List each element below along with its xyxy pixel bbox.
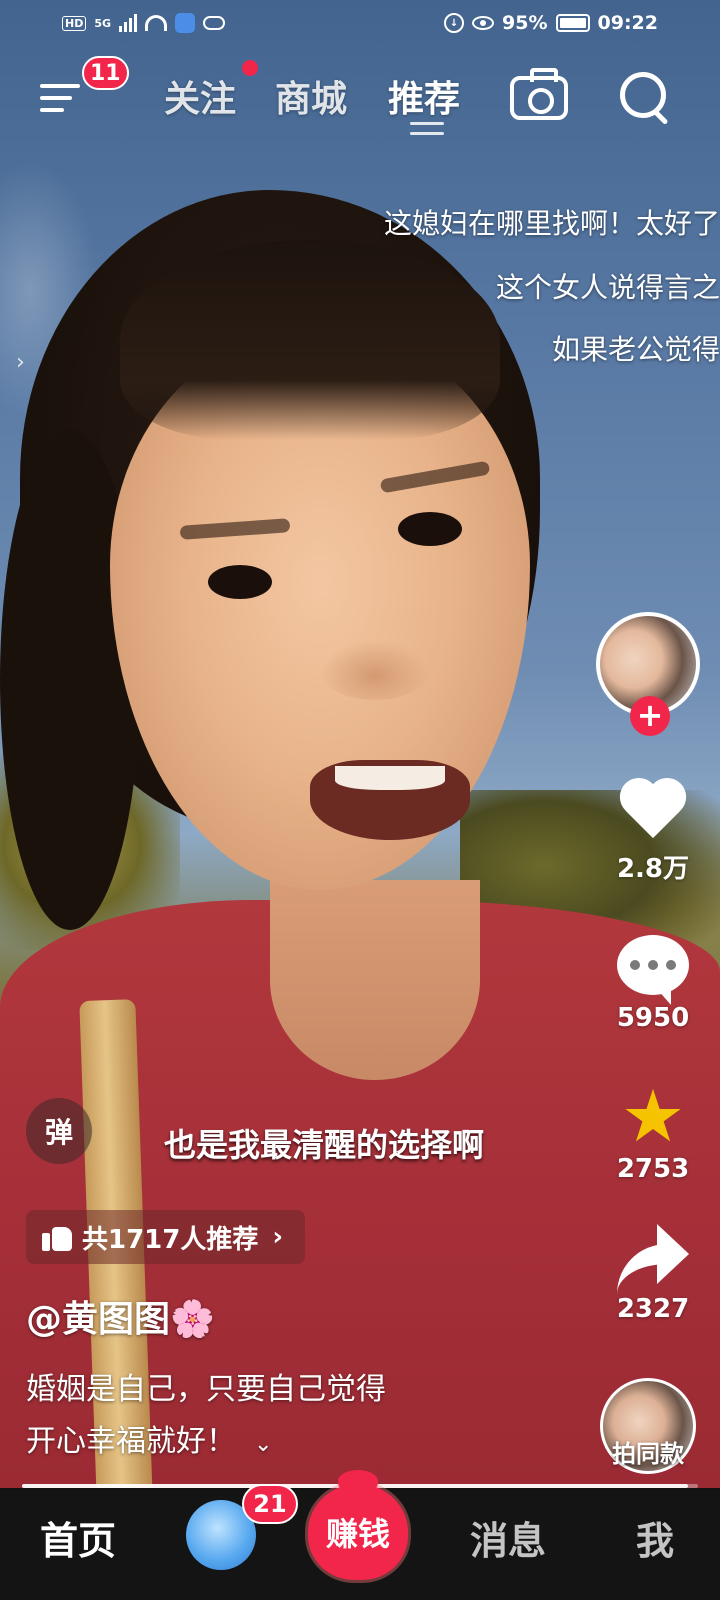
eye-comfort-icon bbox=[472, 16, 495, 30]
danmaku-comment: 这个女人说得言之 bbox=[495, 271, 720, 304]
plus-icon[interactable]: + bbox=[630, 696, 670, 736]
comment-button[interactable]: 5950 bbox=[598, 935, 708, 1033]
nav-me[interactable]: 我 bbox=[636, 1510, 674, 1565]
description-line-2: 开心幸福就好！ ⌄ bbox=[26, 1416, 546, 1471]
top-nav: 11 关注 商城 推荐 bbox=[0, 56, 720, 135]
person-teeth bbox=[335, 766, 445, 790]
like-count: 2.8万 bbox=[616, 854, 690, 884]
person-eye-right bbox=[398, 512, 462, 546]
friends-badge: 21 bbox=[242, 1484, 298, 1524]
clock: 09:22 bbox=[597, 12, 658, 34]
swap-icon[interactable] bbox=[410, 120, 444, 138]
person-neck bbox=[270, 880, 480, 1080]
data-saver-icon: ↓ bbox=[444, 13, 465, 33]
follow-new-dot bbox=[242, 60, 258, 76]
thumbs-up-icon bbox=[42, 1223, 72, 1251]
bottom-nav: 首页 21 赚钱 消息 我 bbox=[0, 1470, 720, 1600]
nav-messages[interactable]: 消息 bbox=[470, 1510, 546, 1565]
danmaku-comment: 如果老公觉得 bbox=[551, 333, 720, 366]
heart-icon bbox=[617, 780, 689, 844]
chevron-down-icon[interactable]: ⌄ bbox=[254, 1432, 272, 1457]
person-bangs bbox=[120, 240, 500, 440]
hd-indicator: HD bbox=[62, 15, 87, 31]
status-right: ↓ 95% 09:22 bbox=[444, 12, 658, 34]
battery-percent: 95% bbox=[502, 12, 548, 34]
camera-icon[interactable] bbox=[510, 68, 568, 120]
favorite-button[interactable]: ★ 2753 bbox=[598, 1080, 708, 1184]
danmaku-comment: 这媳妇在哪里找啊！太好了 bbox=[383, 207, 720, 240]
video-description[interactable]: 婚姻是自己，只要自己觉得 开心幸福就好！ ⌄ bbox=[26, 1364, 546, 1471]
video-subtitle: 也是我最清醒的选择啊 bbox=[164, 1126, 485, 1164]
menu-icon[interactable] bbox=[40, 74, 86, 120]
author-avatar-wrap: + bbox=[596, 612, 706, 736]
app-notification-icon bbox=[175, 13, 196, 33]
tab-recommend[interactable]: 推荐 bbox=[388, 70, 460, 122]
star-icon: ★ bbox=[620, 1074, 686, 1158]
share-button[interactable]: 2327 bbox=[598, 1222, 708, 1324]
author-handle: @黄图图 bbox=[26, 1299, 171, 1340]
favorite-count: 2753 bbox=[616, 1154, 690, 1184]
recommend-pill[interactable]: 共1717人推荐 › bbox=[26, 1210, 306, 1264]
description-line: 婚姻是自己，只要自己觉得 bbox=[26, 1372, 386, 1407]
author-emoji: 🌸 bbox=[170, 1299, 215, 1340]
cloud-icon bbox=[203, 16, 226, 30]
network-type: 5G bbox=[94, 16, 112, 30]
chevron-right-icon[interactable]: › bbox=[16, 350, 25, 375]
share-icon bbox=[617, 1222, 689, 1286]
author-name[interactable]: @黄图图🌸 bbox=[26, 1290, 215, 1342]
description-line: 开心幸福就好！ bbox=[26, 1424, 236, 1459]
search-icon[interactable] bbox=[620, 72, 674, 126]
nav-home[interactable]: 首页 bbox=[40, 1510, 116, 1565]
battery-icon bbox=[555, 14, 590, 32]
like-button[interactable]: 2.8万 bbox=[598, 780, 708, 885]
comment-icon bbox=[617, 935, 689, 1005]
signal-icon bbox=[119, 14, 138, 32]
tab-follow[interactable]: 关注 bbox=[164, 70, 236, 122]
same-style-label: 拍同款 bbox=[612, 1440, 684, 1468]
danmu-toggle-button[interactable]: 弹 bbox=[26, 1098, 92, 1164]
tab-mall[interactable]: 商城 bbox=[275, 70, 347, 122]
earn-button[interactable]: 赚钱 bbox=[308, 1470, 408, 1580]
status-bar: HD 5G ↓ 95% 09:22 bbox=[0, 0, 720, 46]
wifi-icon bbox=[145, 15, 168, 31]
comment-count: 5950 bbox=[616, 1003, 690, 1033]
recommend-text: 共1717人推荐 bbox=[82, 1224, 259, 1255]
chevron-right-icon: › bbox=[272, 1222, 284, 1252]
person-eye-left bbox=[208, 565, 272, 599]
menu-badge: 11 bbox=[82, 56, 129, 90]
same-style-button[interactable]: 拍同款 bbox=[592, 1378, 704, 1474]
person-nose bbox=[320, 640, 430, 700]
status-left: HD 5G bbox=[62, 13, 226, 33]
